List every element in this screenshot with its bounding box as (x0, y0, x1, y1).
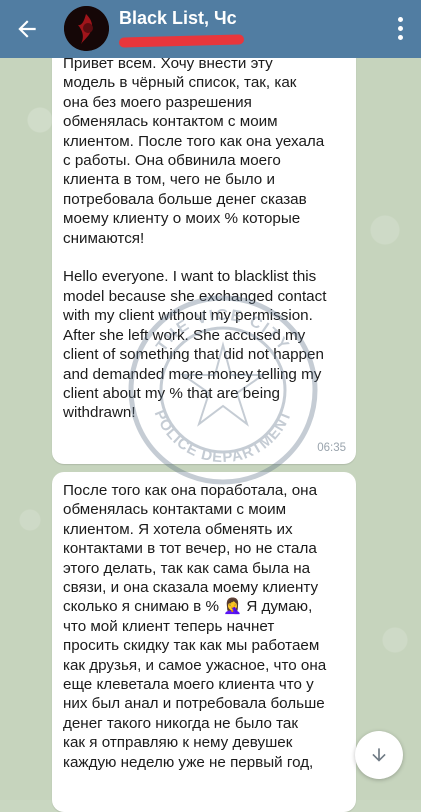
message-text: Привет всем. Хочу внести эту модель в чё… (63, 55, 327, 422)
message-time: 06:35 (317, 441, 346, 454)
arrow-left-icon (18, 20, 36, 38)
back-button[interactable] (14, 16, 40, 42)
more-options-button[interactable] (387, 14, 413, 44)
message-bubble[interactable]: Привет всем. Хочу внести эту модель в чё… (52, 42, 356, 464)
avatar[interactable] (64, 6, 109, 51)
chat-title[interactable]: Black List, Чс (119, 8, 237, 29)
chat-header: Black List, Чс (0, 0, 421, 58)
more-vertical-icon (398, 17, 403, 22)
avatar-image (64, 6, 109, 51)
message-text: После того как она поработала, она обмен… (63, 482, 327, 771)
arrow-down-icon (372, 748, 386, 762)
scroll-down-button[interactable] (355, 731, 403, 779)
redacted-subtitle (118, 34, 245, 48)
message-bubble[interactable]: После того как она поработала, она обмен… (52, 472, 356, 812)
